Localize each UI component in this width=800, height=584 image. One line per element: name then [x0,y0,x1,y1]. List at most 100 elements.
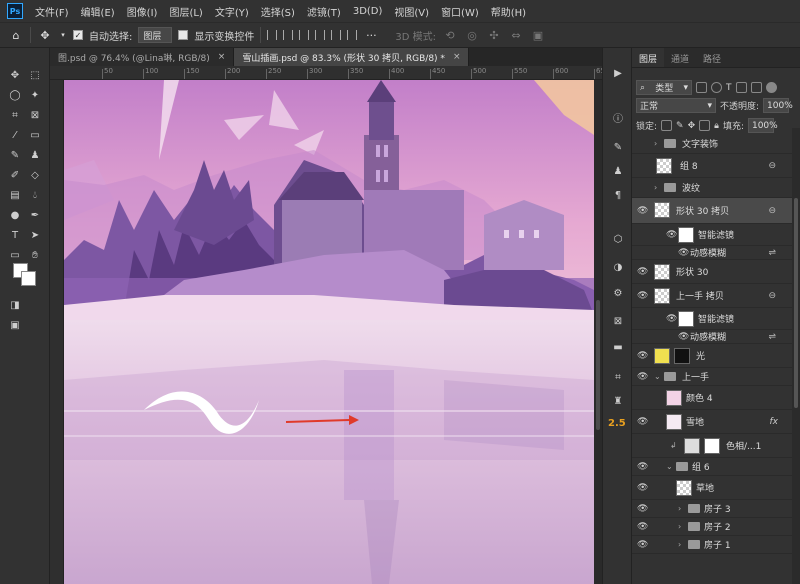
filter-type-icon[interactable]: T [726,83,732,93]
visibility-eye-icon[interactable]: 👁︎ [637,417,648,427]
eyedropper-icon[interactable]: ⁄ [8,128,22,142]
align-left-icon[interactable] [267,30,278,40]
magic-wand-icon[interactable]: ✦ [28,88,42,102]
visibility-eye-icon[interactable]: 👁︎ [637,504,648,514]
layer-row-selected[interactable]: 👁︎ 形状 30 拷贝 ⊖ [632,198,792,224]
home-icon[interactable]: ⌂ [8,27,24,43]
3d-icon[interactable]: ⬡ [611,232,625,246]
patterns-icon[interactable]: ⊠ [611,314,625,328]
chevron-right-icon[interactable]: › [678,522,681,531]
history-brush-icon[interactable]: ✐ [8,168,22,182]
ruler-tool-icon[interactable]: ▭ [28,128,42,142]
menu-layer[interactable]: 图层(L) [163,4,208,19]
stamp-tool-icon[interactable]: ♟ [28,148,42,162]
crop-tool-icon[interactable]: ⌗ [8,108,22,122]
filter-options-icon[interactable]: ⇌ [768,332,776,342]
layer-row[interactable]: › 波纹 [632,178,792,198]
gradient-tool-icon[interactable]: ▤ [8,188,22,202]
filter-smart-icon[interactable] [750,82,762,93]
adjustments-icon[interactable]: ◑ [611,260,625,274]
auto-select-checkbox[interactable]: ✓ [73,30,83,40]
menu-window[interactable]: 窗口(W) [435,4,485,19]
canvas-scroll-thumb[interactable] [596,300,600,430]
visibility-eye-icon[interactable]: 👁︎ [637,351,648,361]
swatches-icon[interactable]: ▬ [611,340,625,354]
close-icon[interactable]: × [218,52,226,62]
menu-type[interactable]: 文字(Y) [209,4,255,19]
layer-filter-dropdown[interactable]: ⌕ 类型 ▾ [636,80,692,95]
align-top-icon[interactable] [315,30,326,40]
visibility-eye-icon[interactable]: 👁︎ [678,332,689,342]
layer-row[interactable]: 👁︎ 草地 [632,476,792,500]
3d-rotate-icon[interactable]: ⟲ [442,27,458,43]
path-select-icon[interactable]: ➤ [28,228,42,242]
menu-file[interactable]: 文件(F) [29,4,75,19]
layer-row[interactable]: ↲ 色相/...1 [632,434,792,458]
layer-effects-icon[interactable]: fx [770,417,779,427]
layer-row[interactable]: 👁︎ 智能滤镜 [632,308,792,330]
layer-row[interactable]: 👁︎ › 房子 2 [632,518,792,536]
visibility-eye-icon[interactable]: 👁︎ [637,540,648,550]
visibility-eye-icon[interactable]: 👁︎ [666,314,677,324]
quick-mask-icon[interactable]: ◨ [8,298,22,312]
visibility-eye-icon[interactable]: 👁︎ [637,267,648,277]
opacity-input[interactable]: 100% [763,98,793,113]
menu-filter[interactable]: 滤镜(T) [301,4,347,19]
visibility-eye-icon[interactable]: 👁︎ [678,248,689,258]
chevron-right-icon[interactable]: › [654,139,657,148]
filter-options-icon[interactable]: ⇌ [768,248,776,258]
layer-row[interactable]: 👁︎ 上一手 拷贝 ⊖ [632,284,792,308]
visibility-eye-icon[interactable]: 👁︎ [637,206,648,216]
chevron-down-icon[interactable]: ▾ [59,27,67,43]
layer-row[interactable]: 组 8 ⊖ [632,154,792,178]
tab-document-2[interactable]: 雪山插画.psd @ 83.3% (形状 30 拷贝, RGB/8) * × [234,48,470,66]
menu-view[interactable]: 视图(V) [388,4,435,19]
layer-row[interactable]: 颜色 4 [632,386,792,410]
tab-channels[interactable]: 通道 [664,48,696,67]
shape-tool-icon[interactable]: ▭ [8,248,22,262]
hand-tool-icon[interactable]: ✋︎ [28,248,42,262]
chevron-right-icon[interactable]: › [654,183,657,192]
canvas-area[interactable] [64,80,602,584]
type-tool-icon[interactable]: T [8,228,22,242]
align-right-icon[interactable] [299,30,310,40]
filter-toggle-icon[interactable] [765,82,777,93]
layer-row[interactable]: 👁︎ 智能滤镜 [632,224,792,246]
crop-panel-icon[interactable]: ⌗ [611,370,625,384]
visibility-eye-icon[interactable]: 👁︎ [637,522,648,532]
dodge-tool-icon[interactable]: ● [8,208,22,222]
plugin-icon[interactable]: ♜ [611,394,625,408]
menu-select[interactable]: 选择(S) [255,4,301,19]
blend-mode-dropdown[interactable]: 正常 ▾ [636,98,716,113]
3d-roll-icon[interactable]: ◎ [464,27,480,43]
close-icon[interactable]: × [453,52,461,62]
frame-tool-icon[interactable]: ⊠ [28,108,42,122]
info-icon[interactable]: ⓘ [611,110,625,125]
tab-paths[interactable]: 路径 [696,48,728,67]
tab-layers[interactable]: 图层 [632,48,665,67]
show-transform-checkbox[interactable] [178,30,189,40]
move-tool-icon[interactable]: ✥ [8,68,22,82]
visibility-eye-icon[interactable]: 👁︎ [637,462,648,472]
visibility-eye-icon[interactable]: 👁︎ [637,372,648,382]
3d-pan-icon[interactable]: ✣ [486,27,502,43]
move-tool-icon[interactable]: ✥ [37,27,53,43]
chevron-right-icon[interactable]: › [678,504,681,513]
brush-tool-icon[interactable]: ✎ [8,148,22,162]
layer-row[interactable]: 👁︎ › 房子 3 [632,500,792,518]
layer-row[interactable]: 👁︎ 形状 30 [632,260,792,284]
blur-tool-icon[interactable]: 💧︎ [28,188,42,202]
chevron-down-icon[interactable]: ⌄ [654,372,661,381]
paragraph-icon[interactable]: ¶ [611,188,625,202]
menu-3d[interactable]: 3D(D) [347,6,389,17]
more-icon[interactable]: ··· [363,27,379,43]
filter-shape-icon[interactable] [735,82,747,93]
chevron-down-icon[interactable]: ⌄ [666,462,673,471]
3d-scale-icon[interactable]: ▣ [530,27,546,43]
background-color-swatch[interactable] [21,271,36,286]
layer-row[interactable]: 👁︎ 动感模糊 ⇌ [632,246,792,260]
menu-edit[interactable]: 编辑(E) [75,4,121,19]
auto-select-dropdown[interactable]: 图层 [138,27,173,43]
chevron-right-icon[interactable]: › [678,540,681,549]
properties-icon[interactable]: ⚙ [611,286,625,300]
